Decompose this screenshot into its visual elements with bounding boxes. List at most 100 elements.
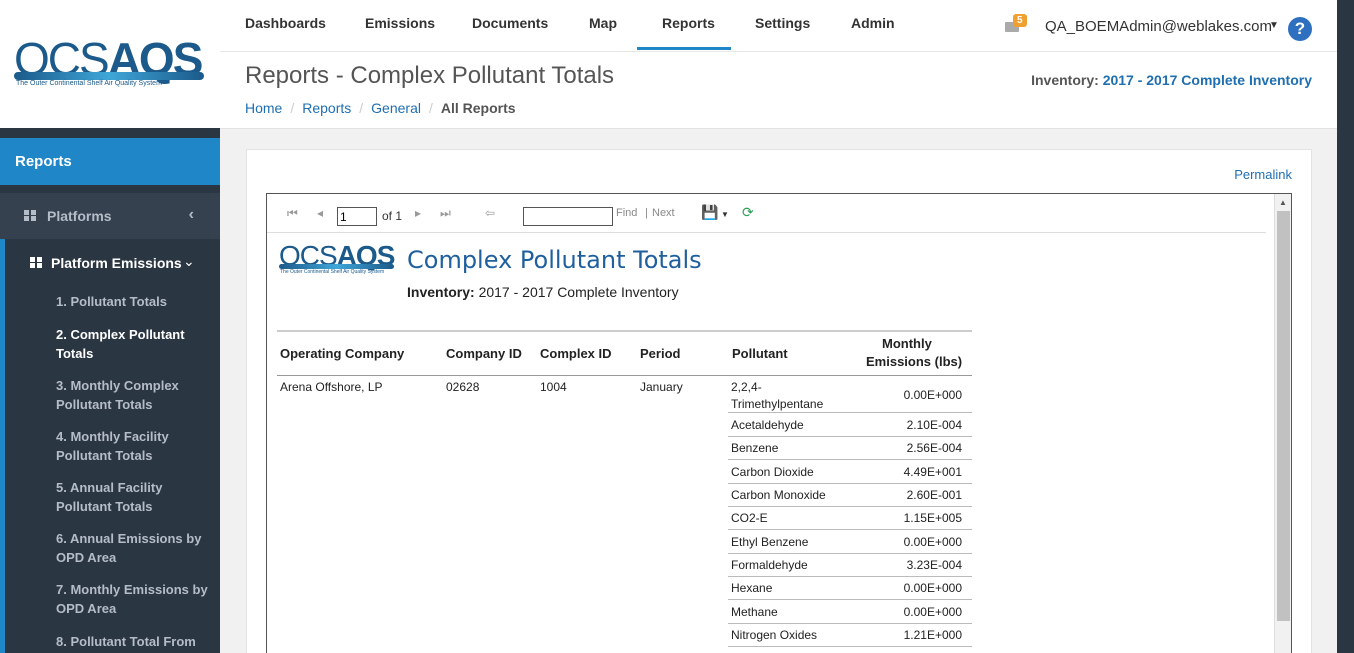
breadcrumb-separator: / <box>428 100 433 116</box>
col-company-id: Company ID <box>446 346 522 361</box>
breadcrumb: Home / Reports / General / All Reports <box>245 100 516 116</box>
pollutant-value: 1.21E+000 <box>903 628 962 642</box>
find-input[interactable] <box>523 207 613 226</box>
pollutant-value: 3.23E-004 <box>906 558 962 572</box>
inventory-label: Inventory: <box>1031 72 1099 88</box>
col-complex-id: Complex ID <box>540 346 612 361</box>
chevron-down-icon[interactable]: ⌄ <box>183 253 195 270</box>
pollutant-row: Carbon Dioxide 4.49E+001 <box>728 460 972 484</box>
find-button[interactable]: Find <box>616 207 637 219</box>
scrollbar-thumb[interactable] <box>1277 211 1290 621</box>
pollutant-row: Nitrogen Oxides 1.21E+000 <box>728 624 972 647</box>
report-table-header: Operating Company Company ID Complex ID … <box>277 330 972 376</box>
report-link-monthly-emissions-opd[interactable]: 7. Monthly Emissions by OPD Area <box>56 581 216 618</box>
nav-emissions[interactable]: Emissions <box>365 15 435 31</box>
last-page-icon[interactable]: ⏭ <box>440 206 451 221</box>
sidebar-item-platform-emissions[interactable]: Platform Emissions <box>51 255 182 271</box>
pollutant-name: 2,2,4-Trimethylpentane <box>731 380 824 411</box>
pollutant-name: Nitrogen Oxides <box>731 628 818 642</box>
inventory-value[interactable]: 2017 - 2017 Complete Inventory <box>1103 72 1312 88</box>
scroll-up-icon[interactable]: ▲ <box>1279 198 1287 207</box>
export-dropdown-icon[interactable]: ▼ <box>721 210 729 219</box>
sidebar-item-platforms[interactable]: Platforms ‹ <box>0 193 220 239</box>
next-page-icon[interactable]: ▸ <box>415 206 421 220</box>
page-count: of 1 <box>382 209 403 223</box>
pollutant-row: Ethyl Benzene 0.00E+000 <box>728 530 972 554</box>
report-link-annual-emissions-opd[interactable]: 6. Annual Emissions by OPD Area <box>56 530 216 567</box>
nav-map[interactable]: Map <box>589 15 617 31</box>
cell-company: Arena Offshore, LP <box>280 380 383 394</box>
col-period: Period <box>640 346 681 361</box>
report-inventory-label: Inventory: <box>407 284 475 300</box>
pollutant-value: 4.49E+001 <box>903 465 962 479</box>
top-navbar: Dashboards Emissions Documents Map Repor… <box>220 0 1337 52</box>
pollutant-row: Carbon Monoxide 2.60E-001 <box>728 484 972 507</box>
nav-reports[interactable]: Reports <box>662 15 715 31</box>
pollutant-name: Acetaldehyde <box>731 418 804 432</box>
pollutant-value: 2.10E-004 <box>906 418 962 432</box>
pollutant-value: 0.00E+000 <box>903 388 962 402</box>
pollutant-row: 2,2,4-Trimethylpentane 0.00E+000 <box>728 376 972 413</box>
report-panel: Permalink ⏮ ◂ of 1 ▸ ⏭ ⇦ Find | Next 💾 ▼… <box>246 149 1312 653</box>
report-link-monthly-complex-pollutant-totals[interactable]: 3. Monthly Complex Pollutant Totals <box>56 377 216 414</box>
refresh-icon[interactable]: ⟳ <box>742 204 754 221</box>
cell-company-id: 02628 <box>446 380 480 394</box>
pollutant-name: Carbon Monoxide <box>731 488 826 502</box>
prev-page-icon[interactable]: ◂ <box>317 206 323 220</box>
report-link-complex-pollutant-totals[interactable]: 2. Complex Pollutant Totals <box>56 326 216 363</box>
col-operating-company: Operating Company <box>280 346 405 361</box>
user-menu[interactable]: QA_BOEMAdmin@weblakes.com <box>1045 18 1272 35</box>
app-logo[interactable]: OCSAQS The Outer Continental Shelf Air Q… <box>0 0 220 128</box>
grid-icon <box>30 257 43 269</box>
export-icon[interactable]: 💾 <box>701 204 718 221</box>
find-separator: | <box>645 207 648 219</box>
nav-documents[interactable]: Documents <box>472 15 548 31</box>
pollutant-value: 2.56E-004 <box>906 441 962 455</box>
report-link-monthly-facility-pollutant-totals[interactable]: 4. Monthly Facility Pollutant Totals <box>56 428 216 465</box>
page-header: Reports - Complex Pollutant Totals Inven… <box>220 52 1337 129</box>
inventory-indicator: Inventory: 2017 - 2017 Complete Inventor… <box>1031 72 1312 88</box>
sidebar-group-platform-emissions: Platform Emissions ⌄ 1. Pollutant Totals… <box>0 239 220 653</box>
permalink-link[interactable]: Permalink <box>1234 167 1292 182</box>
chevron-left-icon: ‹ <box>188 206 194 223</box>
breadcrumb-general[interactable]: General <box>371 100 421 116</box>
pollutant-name: Carbon Dioxide <box>731 465 814 479</box>
help-icon[interactable]: ? <box>1288 17 1312 41</box>
breadcrumb-separator: / <box>359 100 364 116</box>
pollutant-name: Methane <box>731 605 778 619</box>
pollutant-name: Ethyl Benzene <box>731 535 809 549</box>
breadcrumb-reports[interactable]: Reports <box>302 100 351 116</box>
report-link-pollutant-totals[interactable]: 1. Pollutant Totals <box>56 293 216 312</box>
nav-admin[interactable]: Admin <box>851 15 895 31</box>
window-edge <box>1337 0 1354 653</box>
caret-down-icon[interactable]: ▼ <box>1269 20 1279 31</box>
report-viewer: ⏮ ◂ of 1 ▸ ⏭ ⇦ Find | Next 💾 ▼ ⟳ ▲ OCSAQ… <box>266 193 1292 653</box>
breadcrumb-home[interactable]: Home <box>245 100 282 116</box>
find-next-button[interactable]: Next <box>652 207 675 219</box>
pollutant-name: CO2-E <box>731 511 768 525</box>
pollutant-name: Hexane <box>731 581 773 595</box>
report-link-pollutant-total-from[interactable]: 8. Pollutant Total From <box>56 633 216 652</box>
col-emissions-lbs: Emissions (lbs) <box>866 354 963 369</box>
sidebar: OCSAQS The Outer Continental Shelf Air Q… <box>0 0 220 653</box>
cell-complex-id: 1004 <box>540 380 567 394</box>
nav-dashboards[interactable]: Dashboards <box>245 15 326 31</box>
first-page-icon[interactable]: ⏮ <box>287 206 298 221</box>
report-scrollbar[interactable]: ▲ <box>1274 194 1291 653</box>
report-inventory: Inventory: 2017 - 2017 Complete Inventor… <box>407 284 679 300</box>
nav-settings[interactable]: Settings <box>755 15 810 31</box>
pollutant-row: Acetaldehyde 2.10E-004 <box>728 413 972 437</box>
back-icon[interactable]: ⇦ <box>485 206 495 220</box>
pollutant-value: 1.15E+005 <box>903 511 962 525</box>
pollutant-value: 2.60E-001 <box>906 488 962 502</box>
page-title: Reports - Complex Pollutant Totals <box>245 62 615 89</box>
cell-period: January <box>640 380 683 394</box>
pollutant-row: Benzene 2.56E-004 <box>728 437 972 460</box>
page-number-input[interactable] <box>337 207 377 226</box>
report-link-annual-facility-pollutant-totals[interactable]: 5. Annual Facility Pollutant Totals <box>56 479 216 516</box>
pollutant-name: Benzene <box>731 441 779 455</box>
logo-tagline: The Outer Continental Shelf Air Quality … <box>16 80 162 87</box>
breadcrumb-current: All Reports <box>440 100 516 116</box>
pollutant-row: Formaldehyde 3.23E-004 <box>728 554 972 577</box>
report-title: Complex Pollutant Totals <box>407 246 702 274</box>
